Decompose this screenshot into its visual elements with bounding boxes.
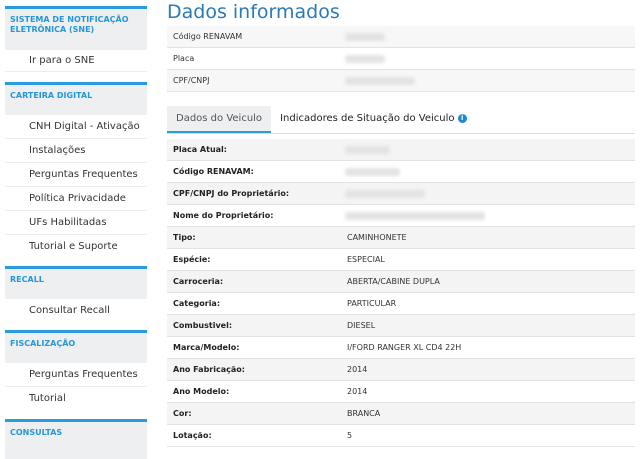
tab-label: Indicadores de Situação do Veiculo xyxy=(280,113,455,124)
section-header: CARTEIRA DIGITAL xyxy=(5,82,147,115)
info-label: Código RENAVAM xyxy=(173,32,243,41)
table-row: Espécie: ESPECIAL xyxy=(167,249,635,271)
sidebar-item-ufs[interactable]: UFs Habilitadas xyxy=(5,211,147,235)
row-label: Marca/Modelo: xyxy=(173,343,240,352)
row-value: PARTICULAR xyxy=(347,299,397,308)
table-row: Lotação: 5 xyxy=(167,425,635,447)
main-content: Dados informados Código RENAVAM Placa CP… xyxy=(167,0,635,447)
vehicle-data-table: Placa Atual: Código RENAVAM: CPF/CNPJ do P… xyxy=(167,139,635,447)
row-label: Categoria: xyxy=(173,299,221,308)
row-label: Carroceria: xyxy=(173,277,224,286)
section-sne: SISTEMA DE NOTIFICAÇÃO ELETRÔNICA (SNE) … xyxy=(5,6,147,72)
redacted-value xyxy=(345,190,425,198)
redacted-value xyxy=(345,33,385,41)
sidebar: SISTEMA DE NOTIFICAÇÃO ELETRÔNICA (SNE) … xyxy=(5,0,147,459)
redacted-value xyxy=(345,77,415,85)
row-value: CAMINHONETE xyxy=(347,233,407,242)
section-recall: RECALL Consultar Recall xyxy=(5,266,147,323)
row-label: CPF/CNPJ do Proprietário: xyxy=(173,189,290,198)
table-row: Cor: BRANCA xyxy=(167,403,635,425)
row-value: 2014 xyxy=(347,387,368,396)
row-label: Espécie: xyxy=(173,255,211,264)
sidebar-item-tutorial[interactable]: Tutorial xyxy=(5,387,147,411)
row-value: BRANCA xyxy=(347,409,381,418)
tabs: Dados do Veiculo Indicadores de Situação… xyxy=(167,106,635,134)
table-row: Carroceria: ABERTA/CABINE DUPLA xyxy=(167,271,635,293)
row-label: Combustivel: xyxy=(173,321,233,330)
info-row-placa: Placa xyxy=(167,48,635,70)
table-row: Ano Modelo: 2014 xyxy=(167,381,635,403)
info-row-renavam: Código RENAVAM xyxy=(167,26,635,48)
redacted-value xyxy=(345,55,385,63)
redacted-value xyxy=(345,168,400,176)
table-row: Ano Fabricação: 2014 xyxy=(167,359,635,381)
row-value: 5 xyxy=(347,431,353,440)
info-table: Código RENAVAM Placa CPF/CNPJ xyxy=(167,26,635,92)
section-header: CONSULTAS xyxy=(5,419,147,459)
row-label: Lotação: xyxy=(173,431,212,440)
row-label: Código RENAVAM: xyxy=(173,167,254,176)
row-value: DIESEL xyxy=(347,321,376,330)
sidebar-item-instalacoes[interactable]: Instalações xyxy=(5,139,147,163)
row-label: Nome do Proprietário: xyxy=(173,211,274,220)
table-row: Placa Atual: xyxy=(167,139,635,161)
table-row: Combustivel: DIESEL xyxy=(167,315,635,337)
redacted-value xyxy=(345,146,390,154)
section-header: RECALL xyxy=(5,266,147,299)
table-row: CPF/CNPJ do Proprietário: xyxy=(167,183,635,205)
info-label: CPF/CNPJ xyxy=(173,76,210,85)
redacted-value xyxy=(345,212,485,220)
row-value: 2014 xyxy=(347,365,368,374)
section-header: SISTEMA DE NOTIFICAÇÃO ELETRÔNICA (SNE) xyxy=(5,6,147,50)
info-row-cpf: CPF/CNPJ xyxy=(167,70,635,92)
row-value: I/FORD RANGER XL CD4 22H xyxy=(347,343,462,352)
info-icon[interactable]: i xyxy=(457,114,467,123)
page-title: Dados informados xyxy=(167,1,340,23)
row-value: ABERTA/CABINE DUPLA xyxy=(347,277,440,286)
row-label: Ano Fabricação: xyxy=(173,365,245,374)
sidebar-item-perguntas[interactable]: Perguntas Frequentes xyxy=(5,163,147,187)
section-consultas: CONSULTAS xyxy=(5,419,147,459)
sidebar-item-perguntas-fisc[interactable]: Perguntas Frequentes xyxy=(5,363,147,387)
table-row: Marca/Modelo: I/FORD RANGER XL CD4 22H xyxy=(167,337,635,359)
row-label: Tipo: xyxy=(173,233,196,242)
tab-dados-veiculo[interactable]: Dados do Veiculo xyxy=(167,106,272,133)
section-header: FISCALIZAÇÃO xyxy=(5,330,147,363)
sidebar-item-ir-para-sne[interactable]: Ir para o SNE xyxy=(5,50,147,72)
section-fiscalizacao: FISCALIZAÇÃO Perguntas Frequentes Tutori… xyxy=(5,330,147,411)
sidebar-item-tutorial-suporte[interactable]: Tutorial e Suporte xyxy=(5,235,147,259)
row-value: ESPECIAL xyxy=(347,255,385,264)
row-label: Ano Modelo: xyxy=(173,387,230,396)
table-row: Tipo: CAMINHONETE xyxy=(167,227,635,249)
sidebar-item-consultar-recall[interactable]: Consultar Recall xyxy=(5,299,147,323)
row-label: Placa Atual: xyxy=(173,145,227,154)
table-row: Nome do Proprietário: xyxy=(167,205,635,227)
info-label: Placa xyxy=(173,54,195,63)
table-row: Categoria: PARTICULAR xyxy=(167,293,635,315)
section-carteira: CARTEIRA DIGITAL CNH Digital - Ativação … xyxy=(5,82,147,259)
sidebar-item-privacidade[interactable]: Política Privacidade xyxy=(5,187,147,211)
tab-indicadores[interactable]: Indicadores de Situação do Veiculo i xyxy=(271,106,476,133)
table-row: Código RENAVAM: xyxy=(167,161,635,183)
row-label: Cor: xyxy=(173,409,192,418)
sidebar-item-cnh-digital[interactable]: CNH Digital - Ativação xyxy=(5,115,147,139)
